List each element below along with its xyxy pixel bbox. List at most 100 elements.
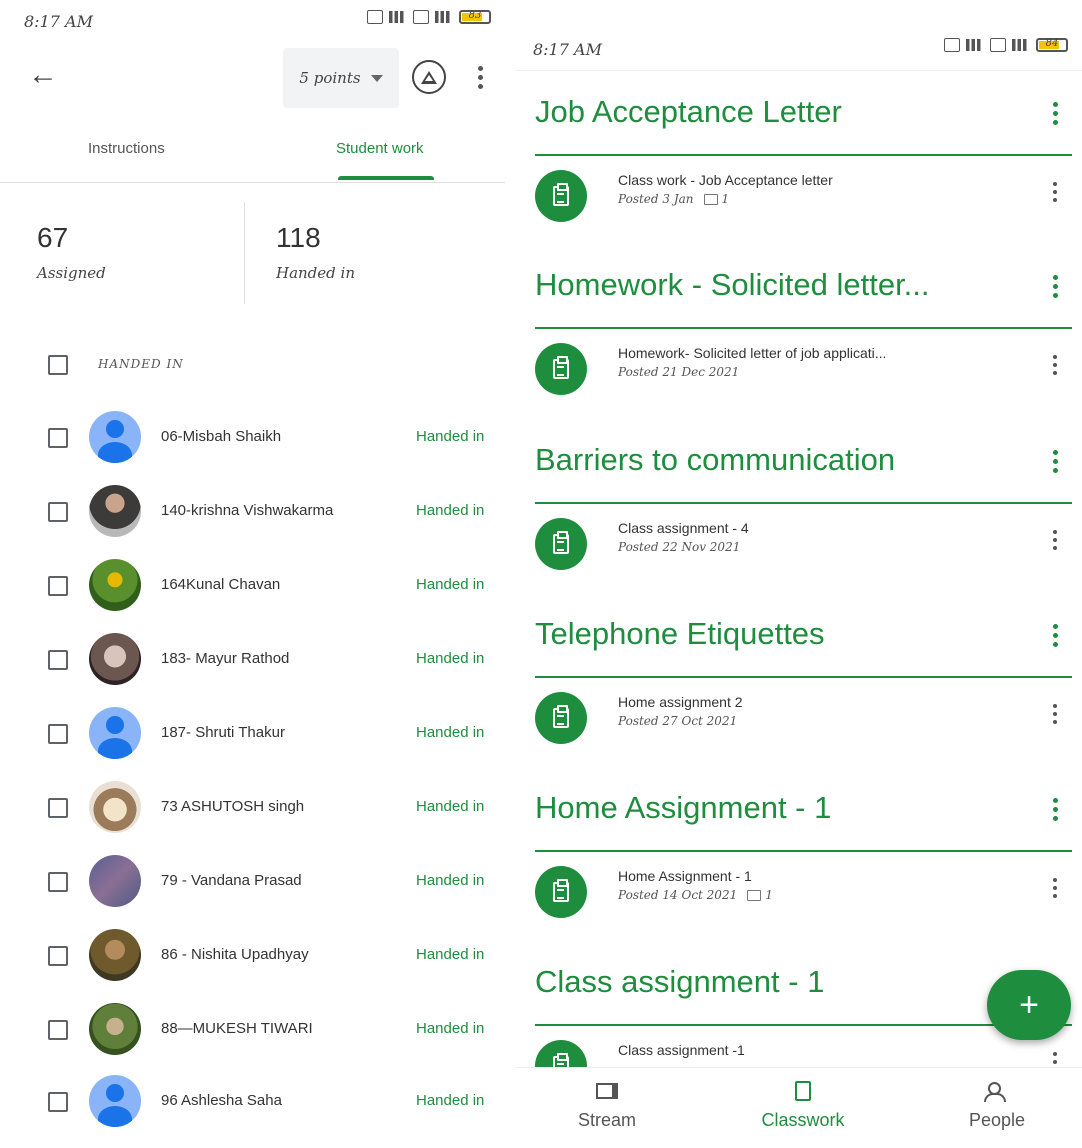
status-bar: 8:17 AM 84 bbox=[515, 28, 1082, 68]
student-status: Handed in bbox=[416, 1020, 485, 1037]
nav-people[interactable]: People bbox=[927, 1078, 1067, 1131]
topic-more-icon[interactable] bbox=[1053, 450, 1058, 473]
nav-label: Stream bbox=[577, 1110, 637, 1130]
student-checkbox[interactable] bbox=[48, 798, 68, 818]
battery-level: 84 bbox=[1045, 38, 1059, 49]
assignment-icon bbox=[535, 170, 587, 222]
student-status: Handed in bbox=[416, 798, 485, 815]
tab-student-work[interactable]: Student work bbox=[336, 140, 424, 157]
handed-in-stat[interactable]: 118 Handed in bbox=[276, 222, 355, 282]
item-more-icon[interactable] bbox=[1053, 878, 1057, 898]
student-checkbox[interactable] bbox=[48, 946, 68, 966]
student-checkbox[interactable] bbox=[48, 724, 68, 744]
student-status: Handed in bbox=[416, 428, 485, 445]
assignment-icon bbox=[535, 866, 587, 918]
item-title: Class work - Job Acceptance letter bbox=[618, 172, 833, 188]
student-checkbox[interactable] bbox=[48, 576, 68, 596]
item-more-icon[interactable] bbox=[1053, 355, 1057, 375]
tab-bar: Instructions Student work bbox=[0, 112, 505, 183]
screen-gap bbox=[505, 0, 515, 1148]
avatar bbox=[89, 781, 141, 833]
student-row[interactable]: 06-Misbah Shaikh Handed in bbox=[0, 411, 505, 485]
topic-title: Home Assignment - 1 bbox=[535, 790, 832, 825]
assigned-stat[interactable]: 67 Assigned bbox=[37, 222, 106, 282]
points-dropdown[interactable]: 5 points bbox=[283, 48, 399, 108]
student-row[interactable]: 140-krishna Vishwakarma Handed in bbox=[0, 485, 505, 559]
status-time: 8:17 AM bbox=[533, 40, 602, 59]
assignment-icon bbox=[535, 518, 587, 570]
avatar bbox=[89, 1003, 141, 1055]
signal-icon bbox=[435, 11, 453, 23]
classwork-item[interactable]: Home assignment 2 Posted 27 Oct 2021 bbox=[535, 692, 1075, 752]
student-name: 79 - Vandana Prasad bbox=[161, 872, 302, 889]
topic-more-icon[interactable] bbox=[1053, 102, 1058, 125]
student-checkbox[interactable] bbox=[48, 650, 68, 670]
classwork-item[interactable]: Class work - Job Acceptance letter Poste… bbox=[535, 170, 1075, 230]
avatar bbox=[89, 1075, 141, 1127]
comment-count: 1 bbox=[721, 192, 730, 206]
points-label: 5 points bbox=[299, 69, 361, 87]
battery-icon: 84 bbox=[1036, 38, 1068, 52]
topic-title: Homework - Solicited letter... bbox=[535, 267, 930, 302]
student-name: 183- Mayur Rathod bbox=[161, 650, 290, 667]
student-checkbox[interactable] bbox=[48, 502, 68, 522]
student-status: Handed in bbox=[416, 724, 485, 741]
comment-icon bbox=[747, 889, 762, 901]
bottom-nav: Stream Classwork People bbox=[515, 1067, 1082, 1148]
student-checkbox[interactable] bbox=[48, 1092, 68, 1112]
item-title: Homework- Solicited letter of job applic… bbox=[618, 345, 887, 361]
avatar bbox=[89, 485, 141, 537]
student-checkbox[interactable] bbox=[48, 428, 68, 448]
item-posted: Posted 21 Dec 2021 bbox=[618, 365, 740, 379]
tab-instructions[interactable]: Instructions bbox=[88, 140, 165, 157]
avatar bbox=[89, 929, 141, 981]
topic-more-icon[interactable] bbox=[1053, 798, 1058, 821]
student-name: 164Kunal Chavan bbox=[161, 576, 281, 593]
assigned-label: Assigned bbox=[37, 264, 106, 282]
student-row[interactable]: 88—MUKESH TIWARI Handed in bbox=[0, 1003, 505, 1077]
drive-icon[interactable] bbox=[412, 60, 446, 94]
student-work-screen: 8:17 AM 83 ← 5 points Instructions Stude… bbox=[0, 0, 505, 1148]
back-arrow-icon[interactable]: ← bbox=[28, 60, 58, 90]
item-title: Class assignment - 4 bbox=[618, 520, 749, 536]
student-row[interactable]: 79 - Vandana Prasad Handed in bbox=[0, 855, 505, 929]
avatar bbox=[89, 633, 141, 685]
student-row[interactable]: 96 Ashlesha Saha Handed in bbox=[0, 1075, 505, 1148]
classwork-item[interactable]: Class assignment - 4 Posted 22 Nov 2021 bbox=[535, 518, 1075, 578]
classwork-item[interactable]: Home Assignment - 1 Posted 14 Oct 2021 1 bbox=[535, 866, 1075, 926]
item-posted: Posted 14 Oct 2021 bbox=[618, 888, 738, 902]
item-more-icon[interactable] bbox=[1053, 704, 1057, 724]
student-row[interactable]: 73 ASHUTOSH singh Handed in bbox=[0, 781, 505, 855]
topic-more-icon[interactable] bbox=[1053, 275, 1058, 298]
classwork-screen: 8:17 AM 84 Job Acceptance Letter Class w… bbox=[515, 0, 1082, 1148]
student-name: 88—MUKESH TIWARI bbox=[161, 1020, 313, 1037]
select-all-checkbox[interactable] bbox=[48, 355, 68, 375]
create-fab-button[interactable]: + bbox=[987, 970, 1071, 1040]
student-row[interactable]: 164Kunal Chavan Handed in bbox=[0, 559, 505, 633]
student-checkbox[interactable] bbox=[48, 1020, 68, 1040]
student-name: 86 - Nishita Upadhyay bbox=[161, 946, 309, 963]
student-status: Handed in bbox=[416, 872, 485, 889]
nav-classwork[interactable]: Classwork bbox=[733, 1078, 873, 1131]
student-row[interactable]: 183- Mayur Rathod Handed in bbox=[0, 633, 505, 707]
nav-stream[interactable]: Stream bbox=[537, 1078, 677, 1131]
topic-title: Class assignment - 1 bbox=[535, 964, 825, 999]
more-options-icon[interactable] bbox=[478, 66, 483, 89]
student-status: Handed in bbox=[416, 576, 485, 593]
student-row[interactable]: 187- Shruti Thakur Handed in bbox=[0, 707, 505, 781]
signal-icon bbox=[389, 11, 407, 23]
item-more-icon[interactable] bbox=[1053, 530, 1057, 550]
item-title: Class assignment -1 bbox=[618, 1042, 745, 1058]
topic-more-icon[interactable] bbox=[1053, 624, 1058, 647]
handed-in-count: 118 bbox=[276, 222, 321, 253]
classwork-item[interactable]: Homework- Solicited letter of job applic… bbox=[535, 343, 1075, 403]
student-row[interactable]: 86 - Nishita Upadhyay Handed in bbox=[0, 929, 505, 1003]
status-time: 8:17 AM bbox=[24, 12, 93, 31]
student-checkbox[interactable] bbox=[48, 872, 68, 892]
student-name: 73 ASHUTOSH singh bbox=[161, 798, 305, 815]
item-more-icon[interactable] bbox=[1053, 182, 1057, 202]
battery-level: 83 bbox=[468, 10, 482, 21]
student-name: 140-krishna Vishwakarma bbox=[161, 502, 334, 519]
topic-title: Job Acceptance Letter bbox=[535, 94, 842, 129]
battery-icon: 83 bbox=[459, 10, 491, 24]
